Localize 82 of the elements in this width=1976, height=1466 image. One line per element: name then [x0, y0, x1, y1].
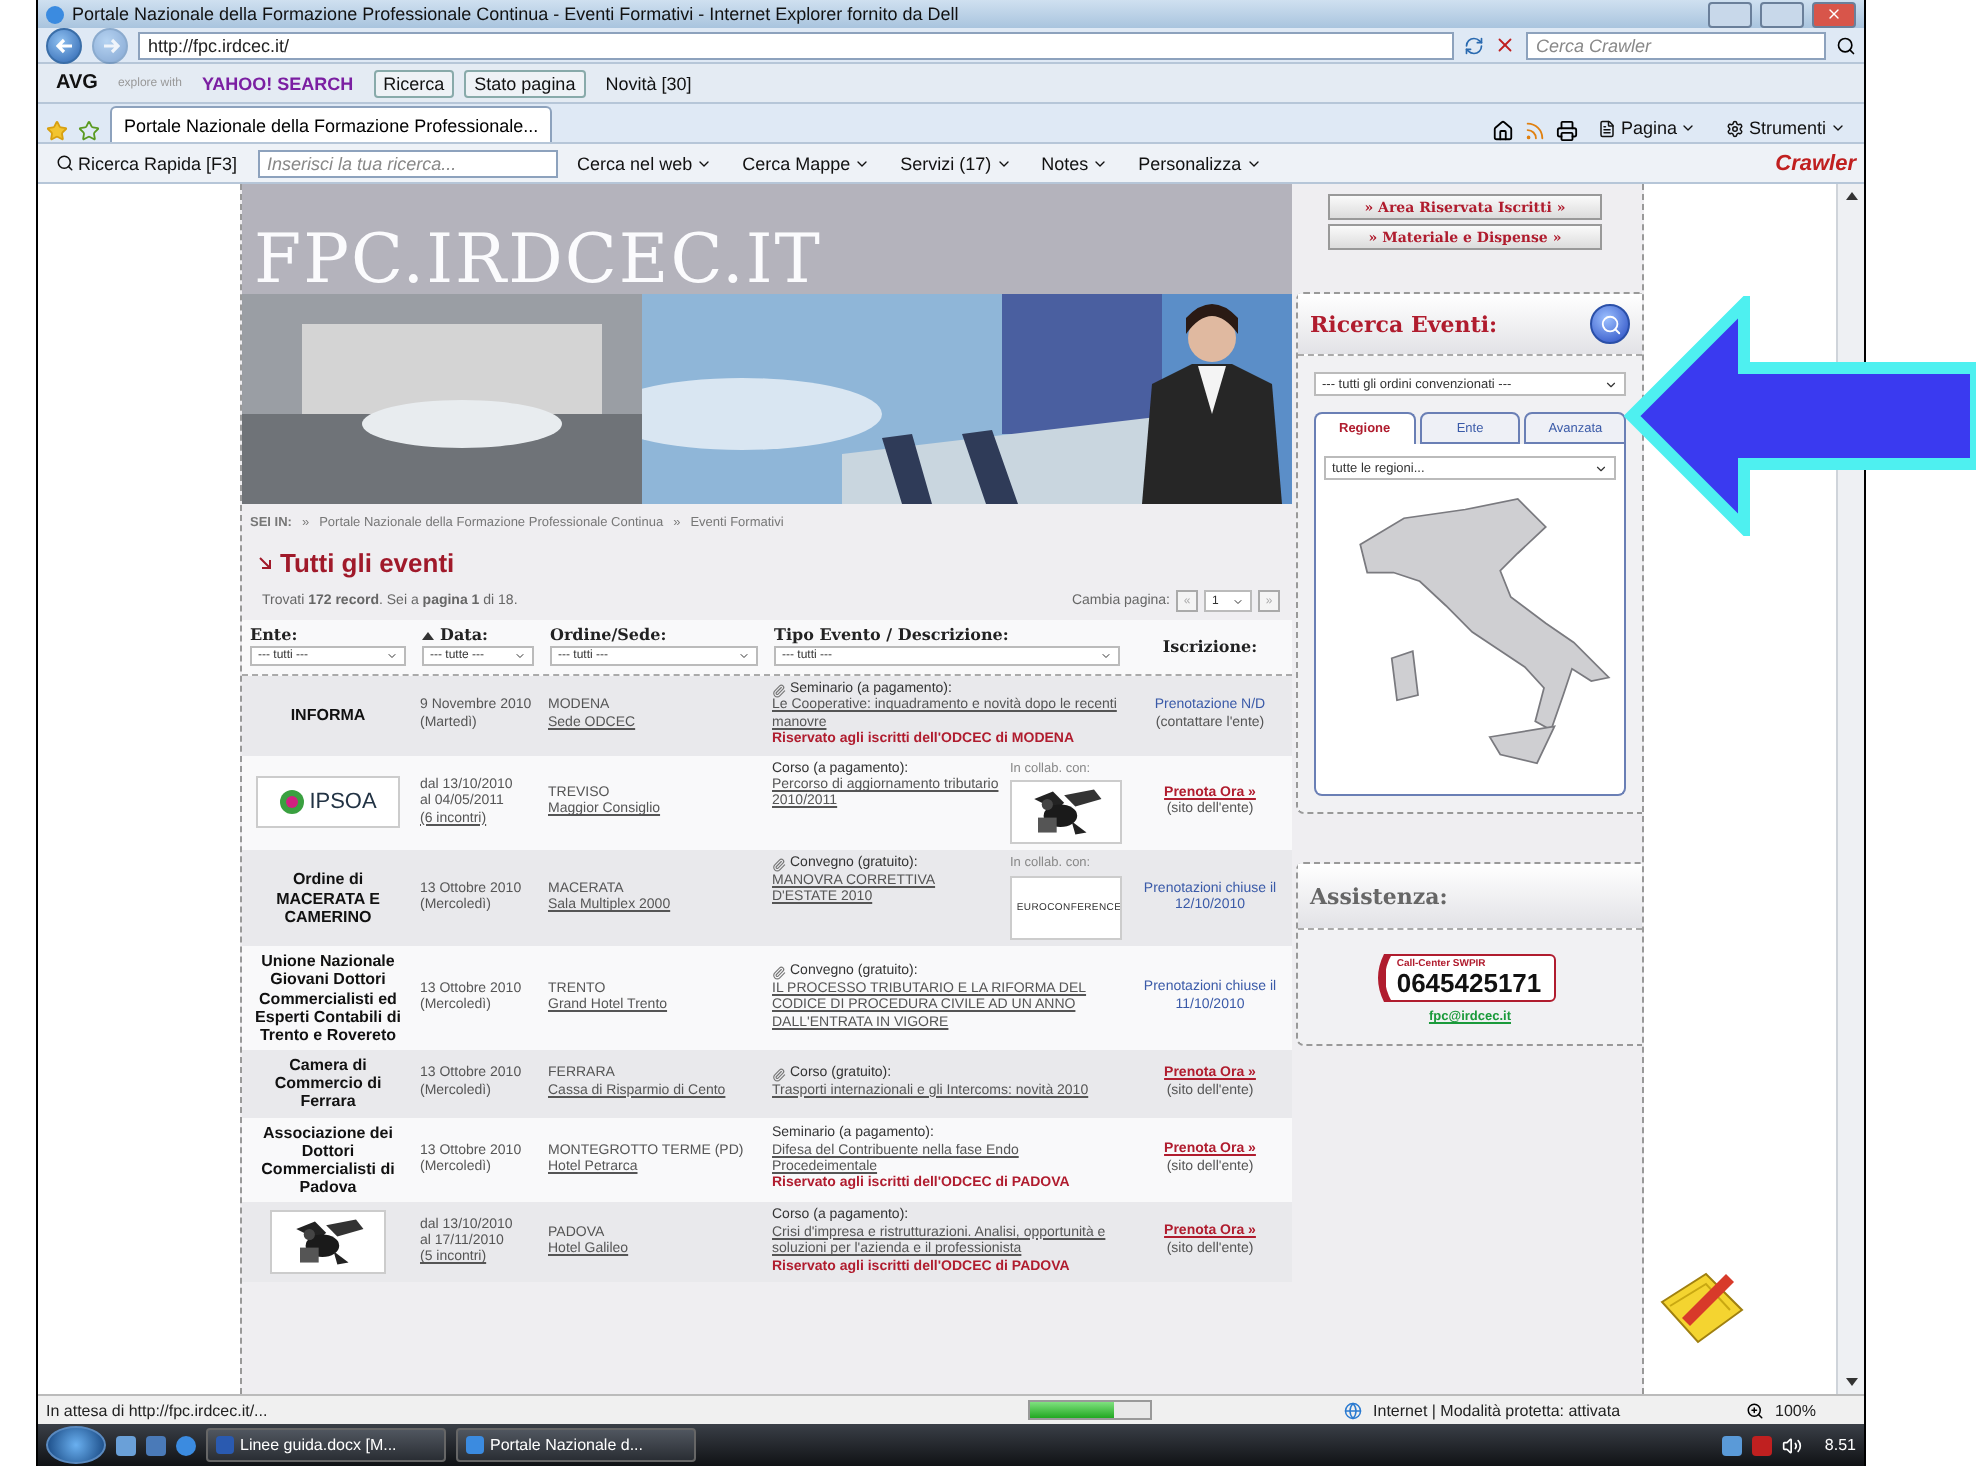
refresh-icon[interactable]	[1464, 35, 1484, 55]
search-field[interactable]: Cerca Crawler	[1526, 31, 1826, 59]
search-icon	[1599, 313, 1621, 335]
arrow-icon	[1624, 296, 1976, 536]
globe-icon	[1343, 1401, 1362, 1419]
arrow-icon	[258, 556, 272, 570]
caret-icon	[1604, 377, 1618, 391]
toolbar-menu[interactable]: Cerca nel web	[567, 149, 723, 177]
status-text: In attesa di http://fpc.irdcec.it/...	[46, 1401, 268, 1419]
command-button[interactable]: Pagina	[1588, 114, 1707, 142]
avg-button[interactable]: AVG	[46, 68, 108, 98]
toolbar-search-field[interactable]: Inserisci la tua ricerca...	[257, 149, 558, 177]
crawler-logo[interactable]: Crawler	[1775, 151, 1856, 175]
organizer-name: INFORMA	[290, 706, 366, 725]
logo-mark-icon	[279, 790, 304, 815]
page-icon	[1598, 119, 1617, 137]
paperclip-icon	[772, 858, 786, 873]
zoom-icon[interactable]	[1745, 1401, 1764, 1419]
window-title: Portale Nazionale della Formazione Professionale Continua - Eventi Formativi - Internet Explorer fornito da Dell	[72, 4, 961, 24]
address-field[interactable]: http://fpc.irdcec.it/	[138, 31, 1454, 59]
toolbar-menu[interactable]: Notes	[1031, 149, 1119, 177]
scroll-down-icon	[1845, 1378, 1857, 1386]
column-header[interactable]: Ordine/Sede:	[550, 624, 758, 644]
caret-icon	[386, 650, 398, 662]
search-icon[interactable]	[1836, 35, 1856, 55]
back-button[interactable]	[46, 27, 82, 63]
organizer-name: Associazione dei Dottori Commercialisti di Padova	[259, 1123, 397, 1197]
paperclip-icon	[772, 1068, 786, 1083]
toolbar-button[interactable]: Stato pagina	[464, 69, 586, 97]
organizer-name: Ordine di MACERATA E CAMERINO	[274, 870, 382, 927]
site-title: FPC.IRDCEC.IT	[254, 226, 822, 294]
star-icon[interactable]	[78, 120, 100, 142]
arrow-right-icon	[101, 37, 119, 53]
scrollbar[interactable]	[1836, 184, 1864, 1394]
toolbar-button[interactable]: Ricerca	[373, 69, 455, 97]
quick-search-button[interactable]: Ricerca Rapida [F3]	[46, 149, 248, 177]
arrow-left-icon	[55, 37, 73, 53]
caret-icon	[738, 650, 750, 662]
panel-title: Ricerca Eventi:	[1310, 311, 1498, 337]
caret-icon	[1680, 120, 1697, 136]
toolbar-menu[interactable]: Servizi (17)	[890, 149, 1022, 177]
security-zone: Internet | Modalità protetta: attivata	[1373, 1401, 1623, 1419]
search-icon	[56, 154, 74, 172]
caret-icon	[1100, 650, 1112, 662]
settings-icon	[1726, 119, 1745, 137]
taskbar-button[interactable]: Linee guida.docx [M...	[206, 1428, 446, 1462]
search-button[interactable]	[1590, 304, 1630, 344]
close-icon	[1826, 6, 1842, 22]
print-icon[interactable]	[1556, 120, 1579, 142]
organizer-name: Camera di Commercio di Ferrara	[272, 1056, 384, 1112]
maximize-button[interactable]	[1760, 1, 1804, 27]
logo-wordmark: IPSOA	[309, 789, 377, 817]
volume-icon[interactable]	[1782, 1435, 1803, 1455]
paperclip-icon	[772, 966, 786, 981]
paperclip-icon	[772, 683, 786, 698]
star-icon[interactable]	[46, 120, 68, 142]
browser-tab[interactable]: Portale Nazionale della Formazione Professionale...	[110, 106, 553, 142]
phone-number: 0645425171	[1396, 970, 1542, 996]
caret-icon	[514, 650, 526, 662]
caret-icon	[1232, 595, 1244, 607]
caret-icon	[1594, 461, 1608, 475]
map-drawing[interactable]	[1359, 498, 1611, 765]
scroll-up-icon	[1845, 192, 1857, 200]
organizer-name: Unione Nazionale Giovani Dottori Commercialisti ed Esperti Contabili di Trento e Rovereto	[253, 952, 403, 1045]
column-header[interactable]: Tipo Evento / Descrizione:	[774, 624, 1120, 644]
minimize-button[interactable]	[1708, 1, 1752, 27]
zoom-level[interactable]: 100%	[1775, 1401, 1816, 1419]
column-header[interactable]: Iscrizione:	[1136, 635, 1284, 655]
toolbar-button[interactable]: Novità [30]	[595, 69, 702, 97]
stop-icon[interactable]	[1494, 34, 1516, 56]
home-icon[interactable]	[1492, 120, 1515, 142]
start-button[interactable]	[46, 1426, 106, 1464]
column-header[interactable]: Ente:	[250, 624, 406, 644]
panel-title: Assistenza:	[1310, 883, 1448, 909]
caret-icon	[1830, 120, 1846, 136]
taskbar-button[interactable]: Portale Nazionale d...	[456, 1428, 696, 1462]
command-button[interactable]: Strumenti	[1716, 114, 1856, 142]
page-heading: Tutti gli eventi	[280, 548, 455, 578]
toolbar-menu[interactable]: Personalizza	[1128, 149, 1272, 177]
toolbar-menu[interactable]: Cerca Mappe	[732, 149, 881, 177]
yahoo-search-button[interactable]: YAHOO! SEARCH	[191, 69, 364, 97]
clock: 8.51	[1824, 1436, 1856, 1454]
